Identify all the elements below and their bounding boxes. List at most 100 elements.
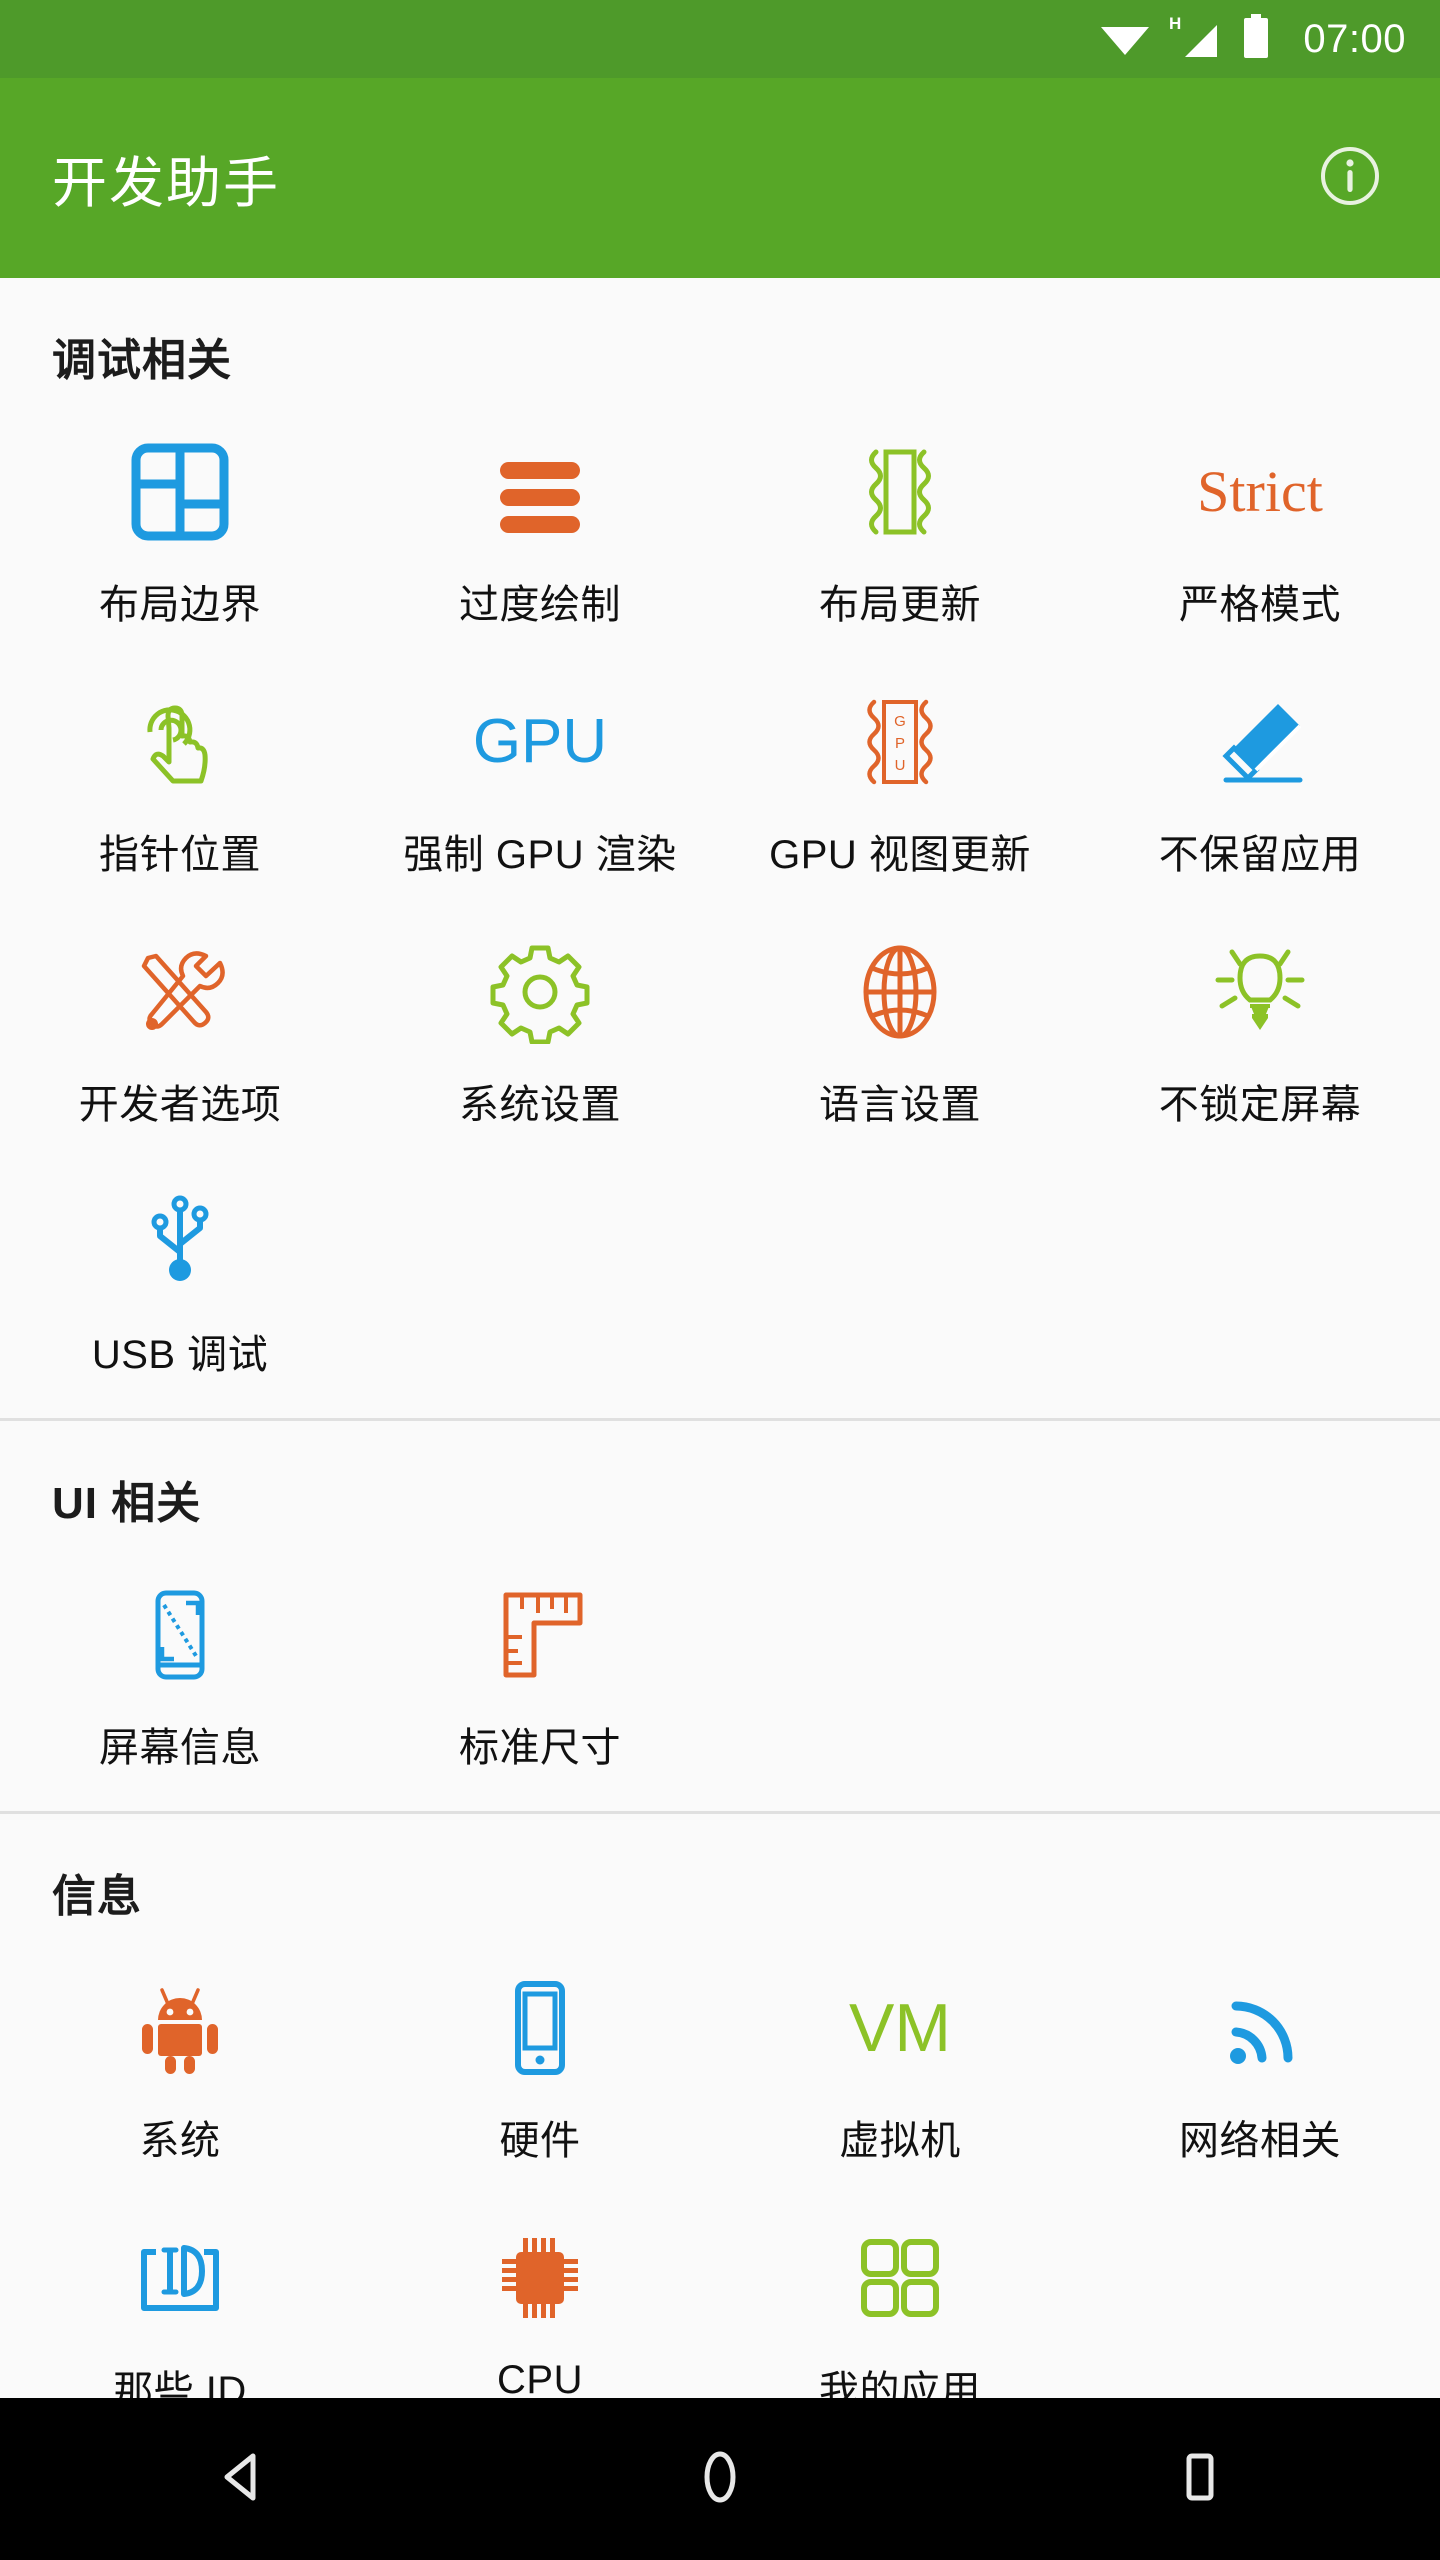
tools-icon xyxy=(128,928,232,1056)
tile-label: 不锁定屏幕 xyxy=(1158,1083,1362,1127)
tile-keep-screen-on[interactable]: 不锁定屏幕 xyxy=(1080,906,1440,1156)
section-title-debug: 调试相关 xyxy=(52,336,232,385)
grid-ui: 屏幕信息 标准尺寸 xyxy=(0,1549,1440,1799)
tile-label: 语言设置 xyxy=(819,1083,981,1127)
vm-glyph: VM xyxy=(849,1990,951,2066)
tile-force-gpu[interactable]: GPU 强制 GPU 渲染 xyxy=(360,656,720,906)
tile-label: 不保留应用 xyxy=(1158,833,1362,877)
section-debug: 调试相关 布局边界 过度绘制 布局更新 Strict 严格模式 指针位置 GPU… xyxy=(0,278,1440,1418)
android-robot-icon xyxy=(128,1964,232,2092)
screen-info-icon xyxy=(128,1571,232,1699)
overdraw-bars-icon xyxy=(488,428,592,556)
layout-update-icon xyxy=(848,428,952,556)
tile-label: 系统设置 xyxy=(459,1083,621,1127)
ruler-icon xyxy=(488,1571,592,1699)
cpu-chip-icon xyxy=(488,2214,592,2342)
triangle-back-icon xyxy=(209,2446,271,2513)
tile-label: 虚拟机 xyxy=(839,2119,961,2163)
main-content: 调试相关 布局边界 过度绘制 布局更新 Strict 严格模式 指针位置 GPU… xyxy=(0,278,1440,2398)
section-title-info: 信息 xyxy=(52,1872,142,1921)
id-bracket-icon xyxy=(128,2214,232,2342)
wifi-signal-icon xyxy=(1208,1964,1312,2092)
tile-dont-keep-activities[interactable]: 不保留应用 xyxy=(1080,656,1440,906)
tile-overdraw[interactable]: 过度绘制 xyxy=(360,406,720,656)
tile-language-settings[interactable]: 语言设置 xyxy=(720,906,1080,1156)
status-icons: H xyxy=(1099,13,1271,66)
grid-debug: 布局边界 过度绘制 布局更新 Strict 严格模式 指针位置 GPU 强制 G… xyxy=(0,406,1440,1406)
tile-label: 布局更新 xyxy=(819,583,981,627)
gpu-text-icon: GPU xyxy=(473,678,607,806)
svg-text:U: U xyxy=(895,757,906,774)
tile-label: 硬件 xyxy=(499,2119,581,2163)
tile-label: 标准尺寸 xyxy=(459,1726,621,1770)
tile-virtual-machine[interactable]: VM 虚拟机 xyxy=(720,1942,1080,2192)
tile-cpu[interactable]: CPU xyxy=(360,2192,720,2398)
gpu-glyph: GPU xyxy=(472,707,608,776)
tile-gpu-view-update[interactable]: G P U GPU 视图更新 xyxy=(720,656,1080,906)
tile-layout-update[interactable]: 布局更新 xyxy=(720,406,1080,656)
tile-layout-bounds[interactable]: 布局边界 xyxy=(0,406,360,656)
tile-screen-info[interactable]: 屏幕信息 xyxy=(0,1549,360,1799)
tile-developer-options[interactable]: 开发者选项 xyxy=(0,906,360,1156)
pointer-touch-icon xyxy=(128,678,232,806)
vm-text-icon: VM xyxy=(849,1964,951,2092)
tile-those-ids[interactable]: 那些 ID xyxy=(0,2192,360,2398)
circle-home-icon xyxy=(689,2446,751,2513)
status-clock: 07:00 xyxy=(1303,16,1406,61)
tile-my-apps[interactable]: 我的应用 xyxy=(720,2192,1080,2398)
tile-label: 布局边界 xyxy=(99,583,261,627)
info-button[interactable] xyxy=(1308,136,1392,220)
lightbulb-icon xyxy=(1208,928,1312,1056)
tile-label: 开发者选项 xyxy=(78,1083,282,1127)
tile-system[interactable]: 系统 xyxy=(0,1942,360,2192)
tile-label: 指针位置 xyxy=(99,833,261,877)
tile-label: 过度绘制 xyxy=(459,583,621,627)
usb-icon xyxy=(128,1178,232,1306)
status-bar: H 07:00 xyxy=(0,0,1440,78)
strict-glyph: Strict xyxy=(1197,459,1323,524)
tile-network[interactable]: 网络相关 xyxy=(1080,1942,1440,2192)
tile-label: 强制 GPU 渲染 xyxy=(403,833,677,877)
tile-hardware[interactable]: 硬件 xyxy=(360,1942,720,2192)
apps-grid-icon xyxy=(848,2214,952,2342)
tile-strict-mode[interactable]: Strict 严格模式 xyxy=(1080,406,1440,656)
tile-usb-debug[interactable]: USB 调试 xyxy=(0,1156,360,1406)
home-button[interactable] xyxy=(645,2404,795,2554)
strict-text-icon: Strict xyxy=(1197,428,1323,556)
gpu-view-update-icon: G P U xyxy=(848,678,952,806)
wifi-icon xyxy=(1099,17,1151,62)
gear-icon xyxy=(488,928,592,1056)
tile-label: 屏幕信息 xyxy=(99,1726,261,1770)
tile-label: 系统 xyxy=(139,2119,221,2163)
recents-button[interactable] xyxy=(1125,2404,1275,2554)
tile-label: CPU xyxy=(497,2358,583,2398)
system-navigation-bar xyxy=(0,2398,1440,2560)
tile-label: 网络相关 xyxy=(1179,2119,1341,2163)
tile-standard-size[interactable]: 标准尺寸 xyxy=(360,1549,720,1799)
square-recents-icon xyxy=(1169,2446,1231,2513)
svg-text:H: H xyxy=(1169,14,1181,33)
page-title: 开发助手 xyxy=(52,152,281,214)
info-icon xyxy=(1318,144,1382,213)
svg-text:P: P xyxy=(895,735,905,752)
layout-bounds-icon xyxy=(128,428,232,556)
phone-icon xyxy=(488,1964,592,2092)
app-bar: 开发助手 xyxy=(0,78,1440,278)
battery-icon xyxy=(1241,13,1271,65)
back-button[interactable] xyxy=(165,2404,315,2554)
globe-icon xyxy=(848,928,952,1056)
cellular-signal-h-icon: H xyxy=(1167,13,1225,66)
grid-info: 系统 硬件 VM 虚拟机 网络相关 那些 ID CPU 我的应用 xyxy=(0,1942,1440,2398)
tile-label: 我的应用 xyxy=(819,2369,981,2398)
tile-label: GPU 视图更新 xyxy=(769,833,1031,877)
svg-text:G: G xyxy=(894,713,906,730)
tile-label: 严格模式 xyxy=(1179,583,1341,627)
section-title-ui: UI 相关 xyxy=(52,1479,202,1528)
tile-label: 那些 ID xyxy=(113,2369,247,2398)
tile-pointer-location[interactable]: 指针位置 xyxy=(0,656,360,906)
tile-system-settings[interactable]: 系统设置 xyxy=(360,906,720,1156)
section-info: 信息 系统 硬件 VM 虚拟机 网络相关 那些 ID CPU 我的应用 xyxy=(0,1811,1440,2398)
section-ui: UI 相关 屏幕信息 标准尺寸 xyxy=(0,1418,1440,1811)
app-window: H 07:00 开发助手 调试相关 布局边界 过度绘制 布局更新 Strict … xyxy=(0,0,1440,2560)
tile-label: USB 调试 xyxy=(91,1333,269,1377)
